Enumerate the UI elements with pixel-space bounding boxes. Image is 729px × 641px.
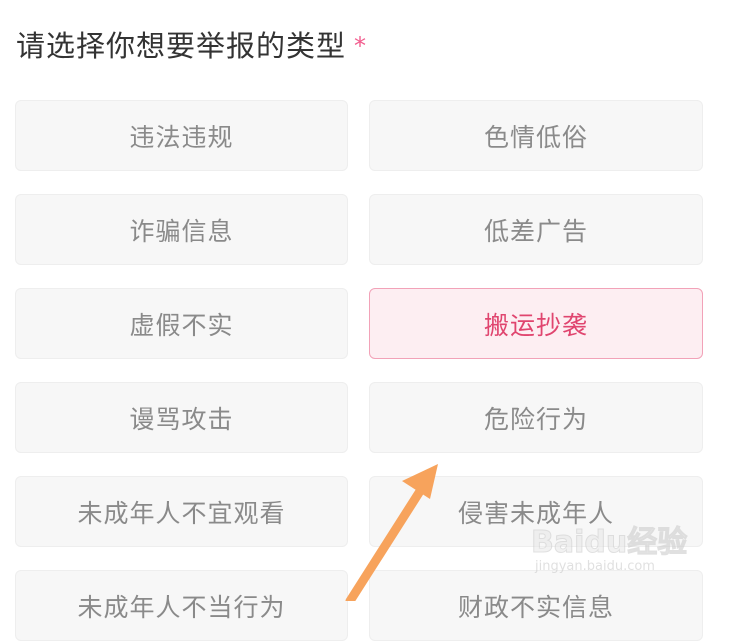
baidu-watermark: Baidu经验 jingyan.baidu.com — [530, 515, 691, 581]
watermark-logo: Baidu经验 — [530, 525, 688, 561]
watermark-url: jingyan.baidu.com — [535, 559, 655, 574]
annotation-arrow-icon — [345, 464, 438, 601]
